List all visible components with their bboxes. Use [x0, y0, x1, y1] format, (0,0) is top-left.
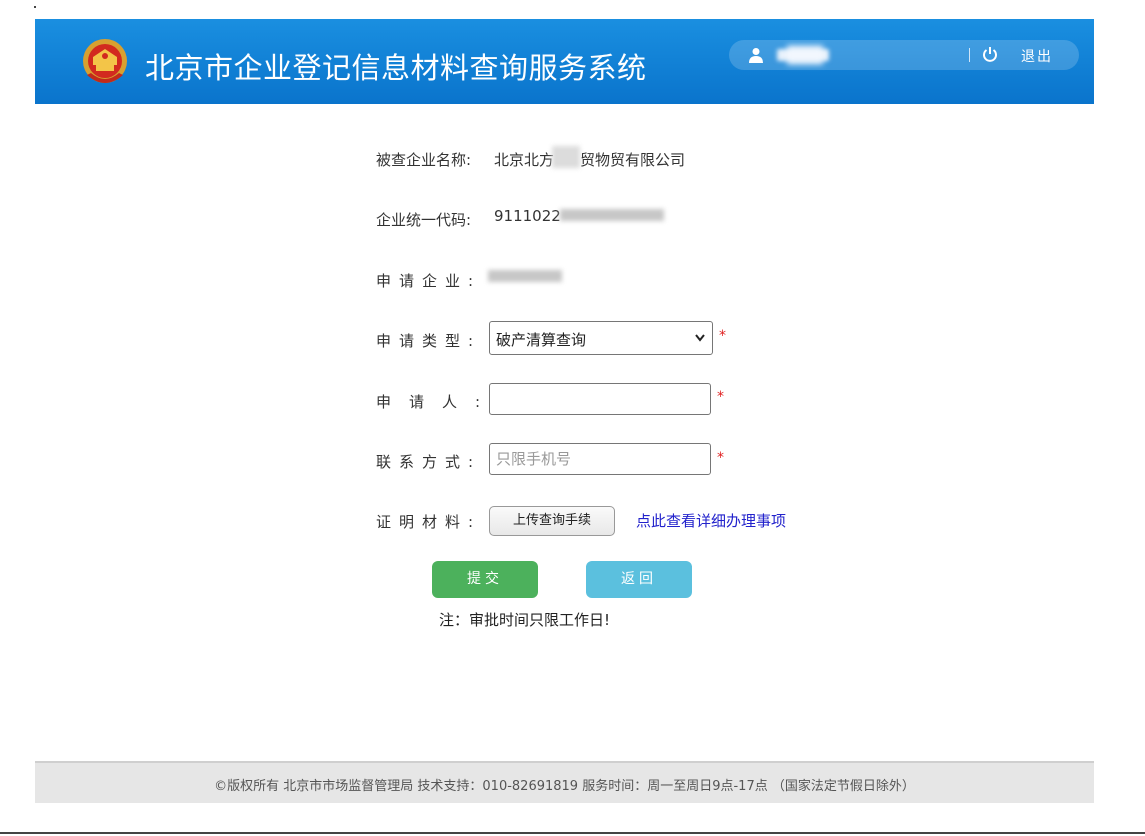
apply-type-select[interactable]: 破产清算查询: [489, 321, 713, 355]
footer: ©版权所有 北京市市场监督管理局 技术支持：010-82691819 服务时间：…: [35, 761, 1094, 803]
applicant-label: 申请人:: [376, 393, 499, 411]
user-bar: 退出: [729, 40, 1079, 70]
company-name-redacted: [552, 146, 580, 168]
bottom-rule: [0, 832, 1145, 834]
submit-button[interactable]: 提交: [432, 561, 538, 598]
userbar-divider: [969, 48, 970, 62]
stray-dot: [34, 6, 36, 8]
applicant-company-label: 申请企业:: [376, 272, 482, 290]
contact-label: 联系方式:: [376, 453, 482, 471]
apply-type-label: 申请类型:: [376, 332, 482, 350]
required-mark: *: [719, 328, 726, 344]
applicant-company-redacted: [488, 270, 562, 282]
approval-note: 注：审批时间只限工作日!: [439, 611, 611, 629]
company-name-value-part1: 北京北方: [494, 151, 555, 169]
page-title: 北京市企业登记信息材料查询服务系统: [145, 51, 647, 85]
user-icon: [749, 48, 763, 63]
logout-link[interactable]: 退出: [1021, 46, 1053, 66]
credit-code-redacted: [560, 209, 664, 221]
proof-label: 证明材料:: [376, 513, 482, 531]
username-redacted-overlay: [787, 45, 823, 65]
applicant-field[interactable]: [490, 384, 710, 414]
applicant-input[interactable]: [489, 383, 711, 415]
chevron-down-icon: [695, 334, 705, 342]
upload-documents-button[interactable]: 上传查询手续: [489, 506, 615, 536]
credit-code-value: 9111022: [494, 207, 561, 225]
required-mark: *: [717, 389, 724, 405]
contact-input[interactable]: [489, 443, 711, 475]
phone-field[interactable]: [490, 444, 710, 474]
back-button[interactable]: 返回: [586, 561, 692, 598]
footer-text: ©版权所有 北京市市场监督管理局 技术支持：010-82691819 服务时间：…: [214, 779, 915, 794]
power-icon[interactable]: [982, 46, 998, 62]
required-mark: *: [717, 450, 724, 466]
national-emblem-icon: [83, 39, 127, 83]
company-name-label: 被查企业名称:: [376, 151, 472, 169]
credit-code-label: 企业统一代码:: [376, 211, 472, 229]
header-banner: 北京市企业登记信息材料查询服务系统 退出: [35, 19, 1094, 104]
details-link[interactable]: 点此查看详细办理事项: [636, 510, 786, 531]
apply-type-selected: 破产清算查询: [496, 331, 587, 349]
company-name-value-part2: 贸物贸有限公司: [580, 151, 686, 169]
